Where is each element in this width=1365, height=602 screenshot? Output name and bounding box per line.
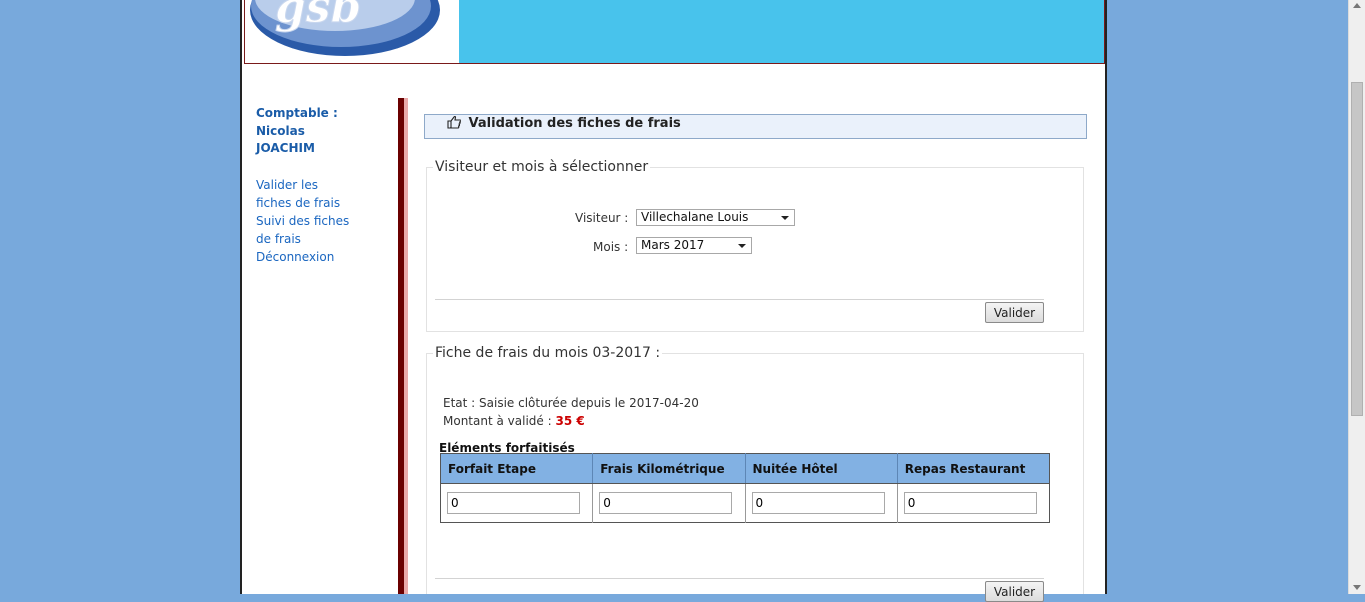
scroll-down-icon[interactable] (1353, 585, 1361, 590)
vertical-scrollbar[interactable] (1348, 0, 1365, 594)
table-cell: 0 (896, 483, 1050, 523)
sidebar-divider-shade (404, 98, 408, 594)
table-row: 0 0 0 0 (441, 483, 1050, 523)
nav-valider-fiches-line1[interactable]: Valider les (256, 176, 376, 194)
pointing-hand-icon (447, 115, 462, 129)
chevron-down-icon (738, 244, 746, 248)
table-cell: 0 (744, 483, 898, 523)
chevron-down-icon (781, 216, 789, 220)
etat-label: Etat : (443, 396, 476, 410)
sidebar-menu: Valider les fiches de frais Suivi des fi… (256, 176, 376, 266)
column-header: Nuitée Hôtel (744, 453, 898, 484)
column-header: Forfait Etape (440, 453, 593, 484)
selection-legend: Visiteur et mois à sélectionner (435, 159, 649, 175)
montant-line: Montant à validé : 35 € (443, 414, 585, 428)
nav-suivi-fiches-line1[interactable]: Suivi des fiches (256, 212, 376, 230)
forfait-etape-input[interactable]: 0 (447, 492, 580, 514)
etat-line: Etat : Saisie clôturée depuis le 2017-04… (443, 396, 699, 410)
fiche-fieldset: Fiche de frais du mois 03-2017 : Etat : … (426, 345, 1084, 602)
selection-fieldset: Visiteur et mois à sélectionner Visiteur… (426, 159, 1084, 332)
page-title: Validation des fiches de frais (468, 116, 681, 131)
month-select[interactable]: Mars 2017 (636, 237, 752, 254)
table-cell: 0 (592, 483, 745, 523)
column-header: Repas Restaurant (896, 453, 1050, 484)
nuitee-hotel-input[interactable]: 0 (751, 492, 885, 514)
user-last-name: JOACHIM (256, 141, 315, 155)
frais-kilometrique-input[interactable]: 0 (599, 492, 733, 514)
svg-text:gsb: gsb (275, 0, 361, 33)
page-container: gsb Comptable : Nicolas JOACHIM Valider … (240, 0, 1107, 602)
visitor-label: Visiteur : (575, 211, 629, 225)
nav-suivi-fiches-line2[interactable]: de frais (256, 230, 376, 248)
logo: gsb (245, 0, 459, 63)
header: gsb (244, 0, 1105, 64)
nav-valider-fiches-line2[interactable]: fiches de frais (256, 194, 376, 212)
column-header: Frais Kilométrique (592, 453, 745, 484)
page-title-bar: Validation des fiches de frais (424, 114, 1087, 139)
montant-value: 35 € (555, 414, 585, 428)
etat-value: Saisie clôturée depuis le 2017-04-20 (479, 396, 699, 410)
validate-fiche-button[interactable]: Valider (985, 581, 1044, 602)
repas-restaurant-input[interactable]: 0 (903, 492, 1037, 514)
user-role-label: Comptable : (256, 106, 338, 120)
fiche-legend: Fiche de frais du mois 03-2017 : (435, 345, 661, 361)
nav-deconnexion[interactable]: Déconnexion (256, 248, 376, 266)
sidebar: Comptable : Nicolas JOACHIM Valider les … (256, 105, 376, 266)
forfait-table: Forfait Etape Frais Kilométrique Nuitée … (440, 453, 1050, 523)
table-header-row: Forfait Etape Frais Kilométrique Nuitée … (440, 453, 1050, 484)
visitor-select[interactable]: Villechalane Louis (636, 209, 795, 226)
scrollbar-thumb[interactable] (1351, 82, 1363, 416)
month-select-value: Mars 2017 (641, 238, 705, 252)
visitor-select-value: Villechalane Louis (641, 210, 749, 224)
table-cell: 0 (441, 484, 593, 523)
header-banner (459, 0, 1104, 63)
validate-selection-button[interactable]: Valider (985, 302, 1044, 323)
scroll-up-icon[interactable] (1353, 3, 1361, 8)
divider (435, 299, 1044, 300)
user-first-name: Nicolas (256, 123, 305, 138)
month-label: Mois : (593, 240, 629, 254)
montant-label: Montant à validé : (443, 414, 552, 428)
divider (435, 578, 1044, 579)
